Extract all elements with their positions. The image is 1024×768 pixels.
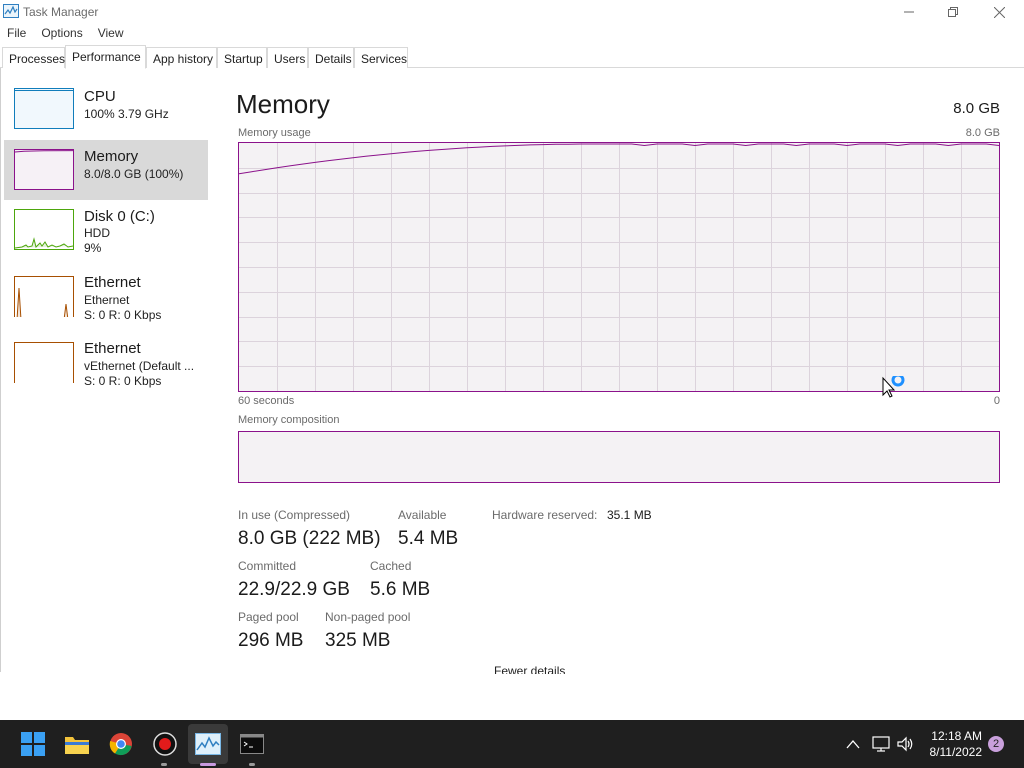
sidebar-item-title: Memory xyxy=(84,148,139,165)
ethernet-thumbnail-graph xyxy=(14,276,74,317)
sidebar-item-subtitle: vEthernet (Default ... xyxy=(84,359,195,373)
tab-processes[interactable]: Processes xyxy=(2,47,65,68)
recorder-running-indicator xyxy=(161,763,167,766)
sidebar-item-ethernet[interactable]: Ethernet Ethernet S: 0 R: 0 Kbps xyxy=(4,266,208,326)
cached-label: Cached xyxy=(370,559,412,573)
sidebar-item-disk[interactable]: Disk 0 (C:) HDD 9% xyxy=(4,200,208,260)
memory-total: 8.0 GB xyxy=(953,100,1000,117)
in-use-value: 8.0 GB (222 MB) xyxy=(238,528,381,549)
tab-startup[interactable]: Startup xyxy=(217,47,267,68)
memory-usage-graph xyxy=(238,142,1000,392)
available-label: Available xyxy=(398,508,447,522)
tab-performance[interactable]: Performance xyxy=(65,45,146,69)
available-value: 5.4 MB xyxy=(398,528,459,549)
close-button[interactable] xyxy=(976,0,1022,24)
sidebar-item-title: Ethernet xyxy=(84,340,141,357)
restore-icon xyxy=(948,7,958,17)
recorder-button[interactable] xyxy=(152,731,178,757)
task-manager-icon xyxy=(3,4,19,18)
sidebar-item-title: Ethernet xyxy=(84,274,141,291)
sidebar-item-subtitle: 8.0/8.0 GB (100%) xyxy=(84,167,184,181)
chevron-up-icon xyxy=(846,740,860,749)
sidebar-item-title: CPU xyxy=(84,88,116,105)
menu-view[interactable]: View xyxy=(91,24,124,44)
sidebar-item-vethernet[interactable]: Ethernet vEthernet (Default ... S: 0 R: … xyxy=(4,332,208,392)
volume-button[interactable] xyxy=(897,720,915,768)
busy-cursor-icon xyxy=(882,376,905,398)
disk-thumbnail-graph xyxy=(14,209,74,250)
sidebar-item-subtitle: Ethernet xyxy=(84,293,130,307)
restore-button[interactable] xyxy=(930,0,976,24)
time-span-label: 60 seconds xyxy=(238,395,295,407)
taskbar: 12:18 AM 8/11/2022 xyxy=(0,720,1024,768)
sidebar-item-detail: 9% xyxy=(84,241,102,255)
sidebar-item-detail: S: 0 R: 0 Kbps xyxy=(84,374,162,388)
memory-composition-label: Memory composition xyxy=(238,414,340,426)
clock-date: 8/11/2022 xyxy=(929,745,983,759)
tab-bar: Processes Performance App history Startu… xyxy=(0,45,1024,69)
cached-value: 5.6 MB xyxy=(370,579,431,600)
chrome-icon xyxy=(109,733,132,756)
vethernet-thumbnail-graph xyxy=(14,342,74,383)
non-paged-pool-value: 325 MB xyxy=(325,630,391,651)
window-title: Task Manager xyxy=(23,5,99,19)
clock-time: 12:18 AM xyxy=(931,729,982,743)
terminal-button[interactable] xyxy=(239,731,265,757)
in-use-label: In use (Compressed) xyxy=(238,508,351,522)
speaker-icon xyxy=(897,736,913,752)
terminal-icon xyxy=(240,734,264,754)
fewer-details-label: Fewer details xyxy=(494,664,566,674)
show-hidden-icons-button[interactable] xyxy=(846,720,860,768)
hardware-reserved-value: 35.1 MB xyxy=(607,508,652,522)
clock[interactable]: 12:18 AM 8/11/2022 xyxy=(920,728,983,760)
minimize-button[interactable] xyxy=(886,0,932,24)
sidebar-item-cpu[interactable]: CPU 100% 3.79 GHz xyxy=(4,80,208,140)
non-paged-pool-label: Non-paged pool xyxy=(325,610,411,624)
title-bar: Task Manager xyxy=(0,0,1024,24)
tab-details[interactable]: Details xyxy=(308,47,354,68)
file-explorer-button[interactable] xyxy=(64,731,90,757)
menu-options[interactable]: Options xyxy=(34,24,82,44)
sidebar-item-detail: S: 0 R: 0 Kbps xyxy=(84,308,162,322)
memory-thumbnail-graph xyxy=(14,149,74,190)
sidebar-item-memory[interactable]: Memory 8.0/8.0 GB (100%) xyxy=(4,140,208,200)
memory-usage-chart xyxy=(239,143,999,391)
paged-pool-label: Paged pool xyxy=(238,610,299,624)
task-manager-icon xyxy=(195,733,221,755)
task-manager-taskbar-button[interactable] xyxy=(195,731,221,757)
tab-app-history[interactable]: App history xyxy=(146,47,217,68)
paged-pool-value: 296 MB xyxy=(238,630,304,651)
terminal-running-indicator xyxy=(249,763,255,766)
memory-composition-bar xyxy=(238,431,1000,483)
minimize-icon xyxy=(904,11,914,13)
memory-usage-max: 8.0 GB xyxy=(965,127,1000,139)
start-button[interactable] xyxy=(20,731,46,757)
cpu-thumbnail-graph xyxy=(14,88,74,129)
network-button[interactable] xyxy=(872,720,890,768)
time-end-label: 0 xyxy=(993,395,1000,407)
tab-users[interactable]: Users xyxy=(267,47,308,68)
sidebar-item-subtitle: 100% 3.79 GHz xyxy=(84,107,169,121)
memory-usage-label: Memory usage xyxy=(238,127,311,139)
record-icon xyxy=(153,732,177,756)
hardware-reserved-label: Hardware reserved: xyxy=(492,508,598,522)
task-manager-active-indicator xyxy=(200,763,216,766)
menu-file[interactable]: File xyxy=(0,24,26,44)
menu-bar: File Options View xyxy=(0,24,128,44)
fewer-details-link[interactable]: Fewer details xyxy=(494,664,565,674)
page-title: Memory xyxy=(236,89,330,119)
network-icon xyxy=(872,736,890,752)
chrome-button[interactable] xyxy=(108,731,134,757)
notification-badge[interactable]: 2 xyxy=(988,736,1004,752)
close-icon xyxy=(993,6,1005,18)
committed-value: 22.9/22.9 GB xyxy=(238,579,350,600)
sidebar-item-subtitle: HDD xyxy=(84,226,110,240)
folder-icon xyxy=(65,737,89,754)
sidebar-item-title: Disk 0 (C:) xyxy=(84,208,155,225)
committed-label: Committed xyxy=(238,559,297,573)
window-left-border xyxy=(0,68,1,672)
tab-services[interactable]: Services xyxy=(354,47,408,68)
windows-start-icon xyxy=(21,732,45,756)
